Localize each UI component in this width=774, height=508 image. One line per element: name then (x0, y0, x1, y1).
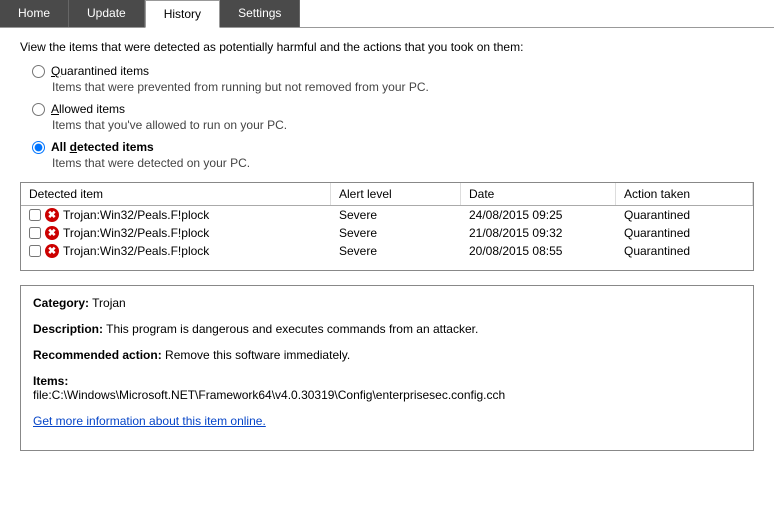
header-action-taken[interactable]: Action taken (616, 183, 753, 205)
table-body: ✖ Trojan:Win32/Peals.F!plock Severe 24/0… (21, 206, 753, 270)
header-alert-level[interactable]: Alert level (331, 183, 461, 205)
tab-update[interactable]: Update (69, 0, 145, 27)
table-header: Detected item Alert level Date Action ta… (21, 183, 753, 206)
detection-date: 21/08/2015 09:32 (461, 224, 616, 242)
description-row: Description: This program is dangerous a… (33, 322, 741, 336)
table-row[interactable]: ✖ Trojan:Win32/Peals.F!plock Severe 24/0… (21, 206, 753, 224)
desc-all: Items that were detected on your PC. (52, 156, 754, 170)
threat-name: Trojan:Win32/Peals.F!plock (63, 244, 209, 258)
detection-date: 20/08/2015 08:55 (461, 242, 616, 260)
row-checkbox[interactable] (29, 227, 41, 239)
header-detected-item[interactable]: Detected item (21, 183, 331, 205)
threat-name: Trojan:Win32/Peals.F!plock (63, 208, 209, 222)
row-checkbox[interactable] (29, 209, 41, 221)
option-all: All detected items Items that were detec… (32, 140, 754, 170)
desc-quarantined: Items that were prevented from running b… (52, 80, 754, 94)
alert-level: Severe (331, 242, 461, 260)
label-allowed[interactable]: Allowed items (51, 102, 125, 116)
category-label: Category: (33, 296, 89, 310)
label-all[interactable]: All detected items (51, 140, 154, 154)
description-value: This program is dangerous and executes c… (106, 322, 478, 336)
items-row: Items: file:C:\Windows\Microsoft.NET\Fra… (33, 374, 741, 402)
view-options: Quarantined items Items that were preven… (32, 64, 754, 170)
category-value: Trojan (92, 296, 126, 310)
threat-icon: ✖ (45, 226, 59, 240)
action-taken: Quarantined (616, 224, 753, 242)
content-area: View the items that were detected as pot… (0, 28, 774, 463)
threat-icon: ✖ (45, 208, 59, 222)
recommended-value: Remove this software immediately. (165, 348, 350, 362)
table-row[interactable]: ✖ Trojan:Win32/Peals.F!plock Severe 21/0… (21, 224, 753, 242)
header-date[interactable]: Date (461, 183, 616, 205)
items-label: Items: (33, 374, 68, 388)
description-label: Description: (33, 322, 103, 336)
tab-home[interactable]: Home (0, 0, 69, 27)
radio-all[interactable] (32, 141, 45, 154)
detected-items-table: Detected item Alert level Date Action ta… (20, 182, 754, 271)
item-details: Category: Trojan Description: This progr… (20, 285, 754, 451)
option-quarantined: Quarantined items Items that were preven… (32, 64, 754, 94)
recommended-row: Recommended action: Remove this software… (33, 348, 741, 362)
option-allowed: Allowed items Items that you've allowed … (32, 102, 754, 132)
desc-allowed: Items that you've allowed to run on your… (52, 118, 754, 132)
category-row: Category: Trojan (33, 296, 741, 310)
tab-history[interactable]: History (145, 0, 220, 28)
threat-name: Trojan:Win32/Peals.F!plock (63, 226, 209, 240)
threat-icon: ✖ (45, 244, 59, 258)
more-info-link[interactable]: Get more information about this item onl… (33, 414, 266, 428)
radio-quarantined[interactable] (32, 65, 45, 78)
alert-level: Severe (331, 224, 461, 242)
label-quarantined[interactable]: Quarantined items (51, 64, 149, 78)
tab-settings[interactable]: Settings (220, 0, 300, 27)
alert-level: Severe (331, 206, 461, 224)
radio-allowed[interactable] (32, 103, 45, 116)
recommended-label: Recommended action: (33, 348, 162, 362)
intro-text: View the items that were detected as pot… (20, 40, 754, 54)
action-taken: Quarantined (616, 206, 753, 224)
action-taken: Quarantined (616, 242, 753, 260)
tab-bar: Home Update History Settings (0, 0, 774, 28)
detection-date: 24/08/2015 09:25 (461, 206, 616, 224)
row-checkbox[interactable] (29, 245, 41, 257)
items-value: file:C:\Windows\Microsoft.NET\Framework6… (33, 388, 505, 402)
table-row[interactable]: ✖ Trojan:Win32/Peals.F!plock Severe 20/0… (21, 242, 753, 260)
